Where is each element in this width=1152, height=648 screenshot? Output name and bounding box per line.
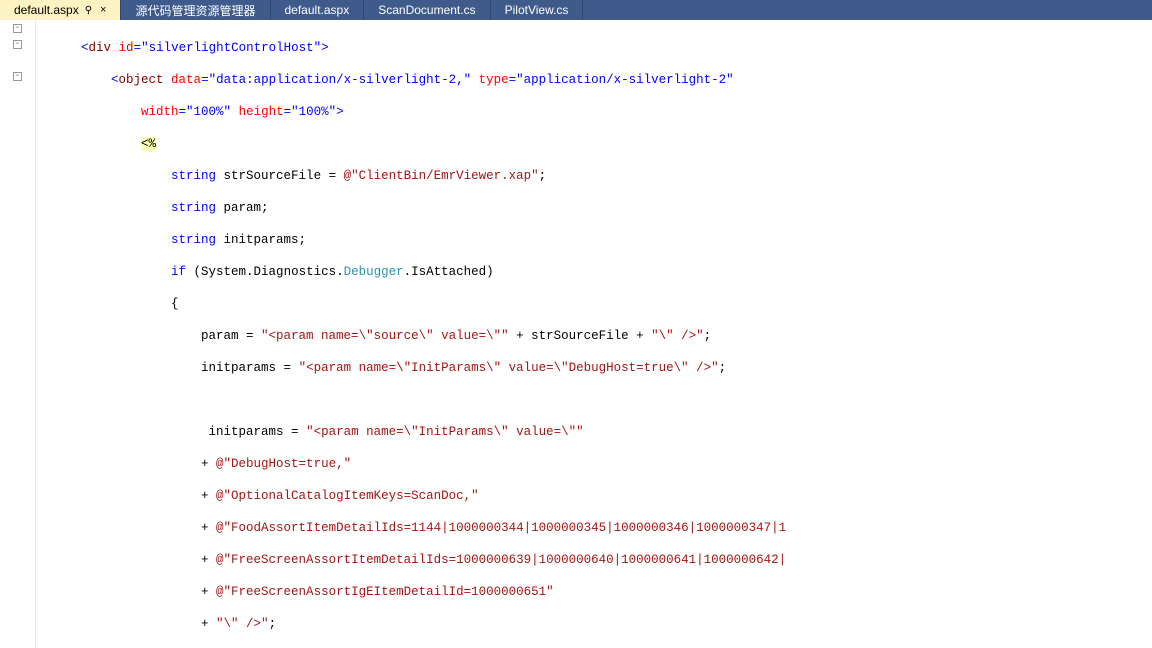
tab-label: default.aspx xyxy=(285,3,350,17)
fold-icon[interactable]: - xyxy=(0,68,35,84)
fold-icon[interactable]: - xyxy=(0,20,35,36)
tab-source-control-explorer[interactable]: 源代码管理资源管理器 xyxy=(121,0,270,20)
tab-label: 源代码管理资源管理器 xyxy=(135,2,255,19)
tab-default-aspx-active[interactable]: default.aspx ⚲ × xyxy=(0,0,121,20)
tab-label: PilotView.cs xyxy=(505,3,569,17)
tab-pilotview[interactable]: PilotView.cs xyxy=(491,0,584,20)
fold-icon[interactable]: - xyxy=(0,36,35,52)
close-icon[interactable]: × xyxy=(100,4,106,16)
code-area[interactable]: <div id="silverlightControlHost"> <objec… xyxy=(36,20,1152,648)
tab-default-aspx[interactable]: default.aspx xyxy=(271,0,365,20)
tab-scandocument[interactable]: ScanDocument.cs xyxy=(364,0,490,20)
tab-bar: default.aspx ⚲ × 源代码管理资源管理器 default.aspx… xyxy=(0,0,1152,20)
tab-label: ScanDocument.cs xyxy=(378,3,475,17)
tab-label: default.aspx xyxy=(14,3,79,17)
editor: - - - <div id="silverlightControlHost"> … xyxy=(0,20,1152,648)
pin-icon[interactable]: ⚲ xyxy=(85,5,92,16)
gutter: - - - xyxy=(0,20,36,648)
